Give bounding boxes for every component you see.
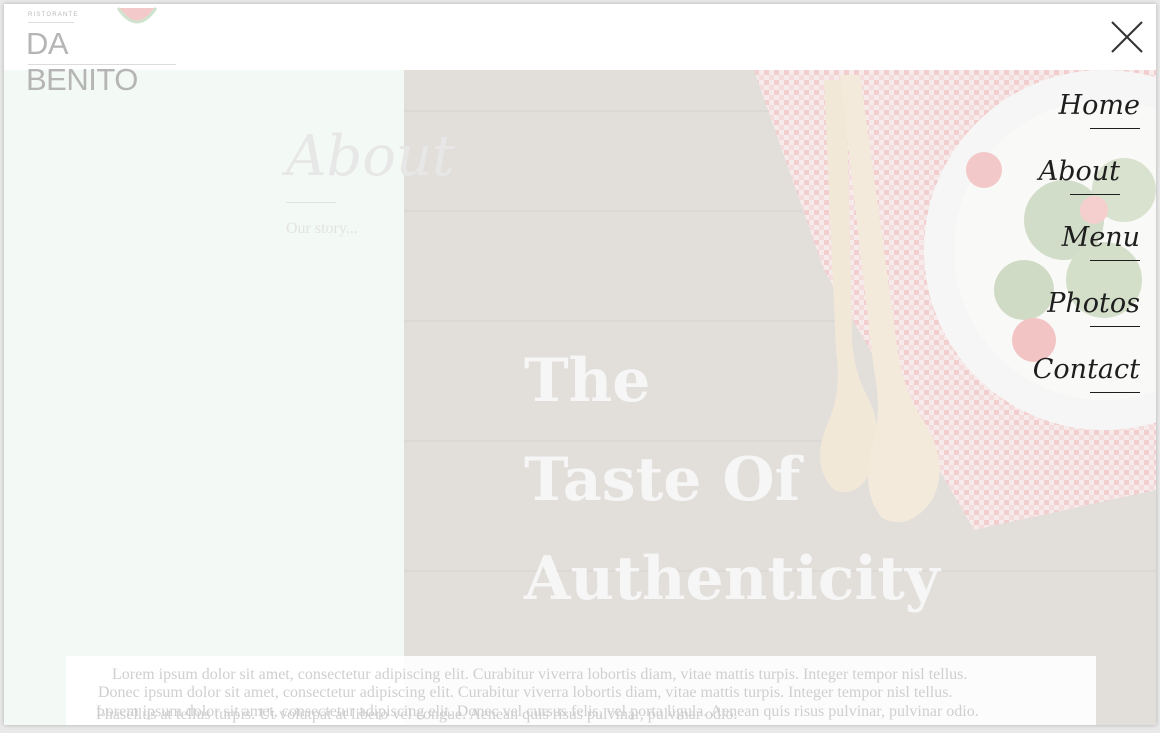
site-header: RISTORANTE DA BENITO: [4, 4, 1156, 97]
body-text-line: Donec ipsum dolor sit amet, consectetur …: [98, 684, 953, 701]
nav-item-label: Contact: [1032, 354, 1140, 385]
site-logo[interactable]: RISTORANTE DA BENITO: [26, 7, 178, 97]
watermelon-logo-icon: [116, 7, 158, 24]
page-frame: About Our story... The Taste Of Authenti…: [4, 4, 1156, 725]
nav-item-label: Photos: [1047, 288, 1140, 319]
body-text-line: Phasellus at tellus turpis. Ut volutpat …: [96, 706, 738, 723]
nav-item-underline: [1070, 194, 1120, 195]
hero-tagline-line: Authenticity: [524, 544, 940, 614]
nav-item-about[interactable]: About: [1038, 156, 1120, 195]
nav-item-photos[interactable]: Photos: [1047, 288, 1140, 327]
body-text-line: Lorem ipsum dolor sit amet, consectetur …: [112, 666, 968, 683]
nav-item-label: About: [1038, 156, 1120, 187]
hero-tagline: The Taste Of Authenticity: [524, 332, 940, 629]
nav-item-home[interactable]: Home: [1058, 90, 1140, 129]
close-menu-icon[interactable]: [1108, 18, 1146, 56]
hero-tagline-line: The: [524, 346, 651, 416]
about-heading: About: [286, 124, 455, 189]
about-text-box: Lorem ipsum dolor sit amet, consectetur …: [66, 656, 1096, 725]
nav-item-underline: [1090, 260, 1140, 261]
nav-item-label: Home: [1058, 90, 1140, 121]
logo-divider: [28, 22, 74, 23]
nav-item-underline: [1090, 128, 1140, 129]
nav-item-underline: [1090, 326, 1140, 327]
logo-underline: [28, 64, 176, 65]
nav-item-label: Menu: [1061, 222, 1140, 253]
nav-item-menu[interactable]: Menu: [1061, 222, 1140, 261]
nav-item-contact[interactable]: Contact: [1032, 354, 1140, 393]
logo-subtitle: RISTORANTE: [28, 12, 79, 18]
about-heading-rule: [286, 202, 336, 203]
about-subtitle: Our story...: [286, 220, 358, 237]
nav-item-underline: [1090, 392, 1140, 393]
hero-tagline-line: Taste Of: [524, 445, 801, 515]
logo-title: DA BENITO: [26, 26, 138, 97]
